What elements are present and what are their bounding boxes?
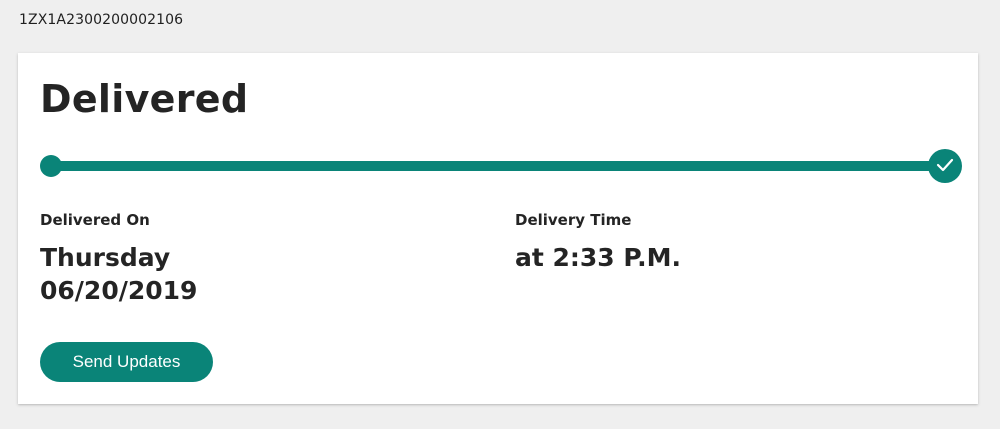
- progress-start-dot: [40, 155, 62, 177]
- check-icon: [936, 157, 954, 176]
- delivered-on-day: Thursday: [40, 243, 171, 272]
- delivery-progress-bar: [40, 149, 962, 183]
- delivery-time-value: at 2:33 P.M.: [515, 243, 682, 272]
- send-updates-button[interactable]: Send Updates: [40, 342, 213, 382]
- status-title: Delivered: [40, 77, 249, 121]
- shipment-status-card: Delivered Delivered On Thursday 06/20/20…: [18, 53, 978, 404]
- delivery-time-label: Delivery Time: [515, 211, 632, 229]
- delivered-on-date: 06/20/2019: [40, 276, 198, 305]
- tracking-number: 1ZX1A2300200002106: [19, 12, 184, 28]
- delivered-on-label: Delivered On: [40, 211, 150, 229]
- progress-complete-marker: [928, 149, 962, 183]
- progress-track: [48, 161, 945, 171]
